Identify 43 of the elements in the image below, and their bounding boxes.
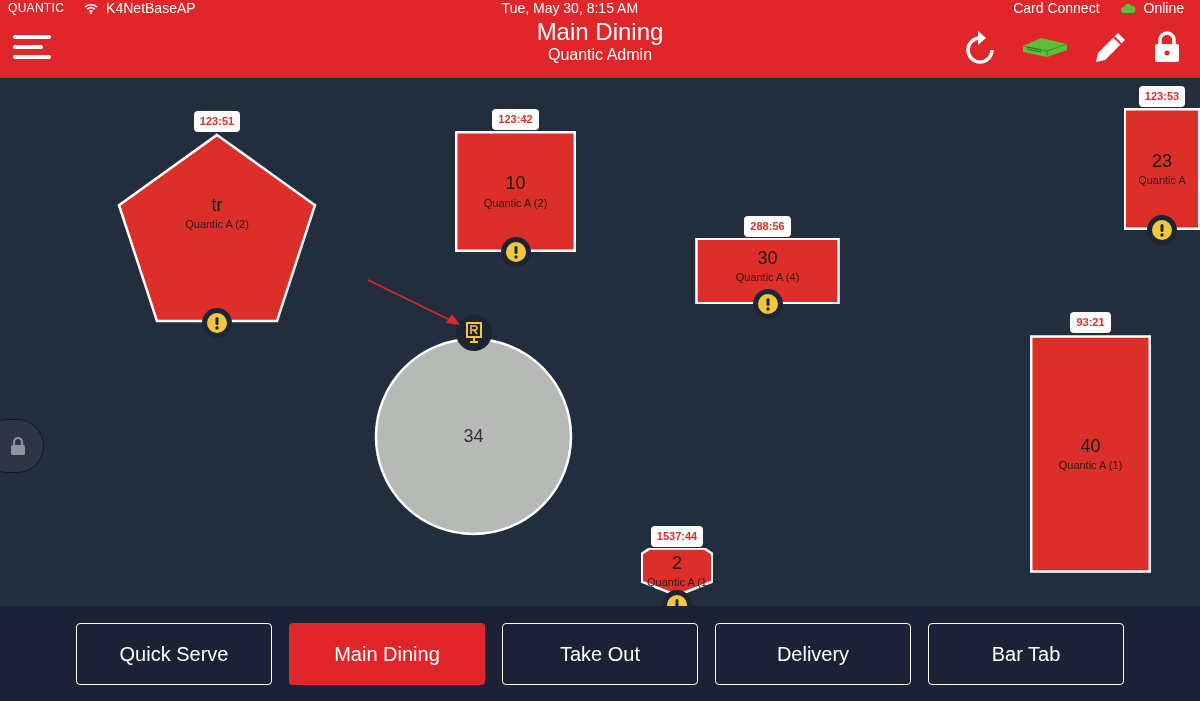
refresh-icon[interactable] <box>964 30 996 64</box>
section-tab[interactable]: Delivery <box>715 622 911 685</box>
connection-status: Online <box>1143 0 1184 18</box>
timer-badge: 123:53 <box>1138 86 1186 107</box>
timer-badge: 123:51 <box>193 111 241 132</box>
table-number: 34 <box>463 425 484 448</box>
server-name: Quantic A (2) <box>483 195 548 211</box>
table-shape[interactable] <box>117 133 317 323</box>
section-tab[interactable]: Take Out <box>502 622 698 685</box>
server-name: Quantic A <box>1138 173 1186 188</box>
brand-logo: QUANTIC <box>8 0 65 17</box>
server-name: Quantic A (2) <box>185 217 249 232</box>
wifi-icon <box>84 2 99 14</box>
section-tab[interactable]: Bar Tab <box>928 622 1124 685</box>
timer-badge: 93:21 <box>1070 312 1111 333</box>
lock-icon <box>10 436 26 456</box>
server-name: Quantic A (4) <box>735 270 800 285</box>
table-shape[interactable] <box>374 337 573 536</box>
table-shape[interactable] <box>1124 108 1200 230</box>
table-shape[interactable] <box>455 131 576 252</box>
pencil-icon[interactable] <box>1094 30 1128 64</box>
table-number: 30 <box>757 246 778 269</box>
table-number: 2 <box>672 551 682 574</box>
section-tab[interactable]: Main Dining <box>289 622 485 685</box>
section-tab[interactable]: Quick Serve <box>76 622 272 685</box>
menu-icon[interactable] <box>12 33 52 61</box>
payment-processor: Card Connect <box>1013 0 1100 18</box>
table-shape[interactable] <box>641 548 713 596</box>
network-name: K4NetBaseAP <box>106 0 196 18</box>
table-number: 10 <box>505 172 526 195</box>
date-time: Tue, May 30, 8:15 AM <box>501 0 639 18</box>
timer-badge: 123:42 <box>492 109 539 130</box>
page-subtitle: Quantic Admin <box>547 46 653 64</box>
table-shape[interactable] <box>695 238 840 304</box>
table-number: 23 <box>1152 149 1172 172</box>
table-number: 40 <box>1080 434 1101 457</box>
timer-badge: 288:56 <box>744 216 791 237</box>
timer-badge: 1537:44 <box>650 526 704 547</box>
lock-icon[interactable] <box>1154 31 1180 63</box>
table-number: tr <box>211 193 223 216</box>
cloud-icon <box>1119 3 1136 13</box>
page-title: Main Dining <box>536 18 664 46</box>
server-name: Quantic A (1) <box>1058 458 1123 473</box>
